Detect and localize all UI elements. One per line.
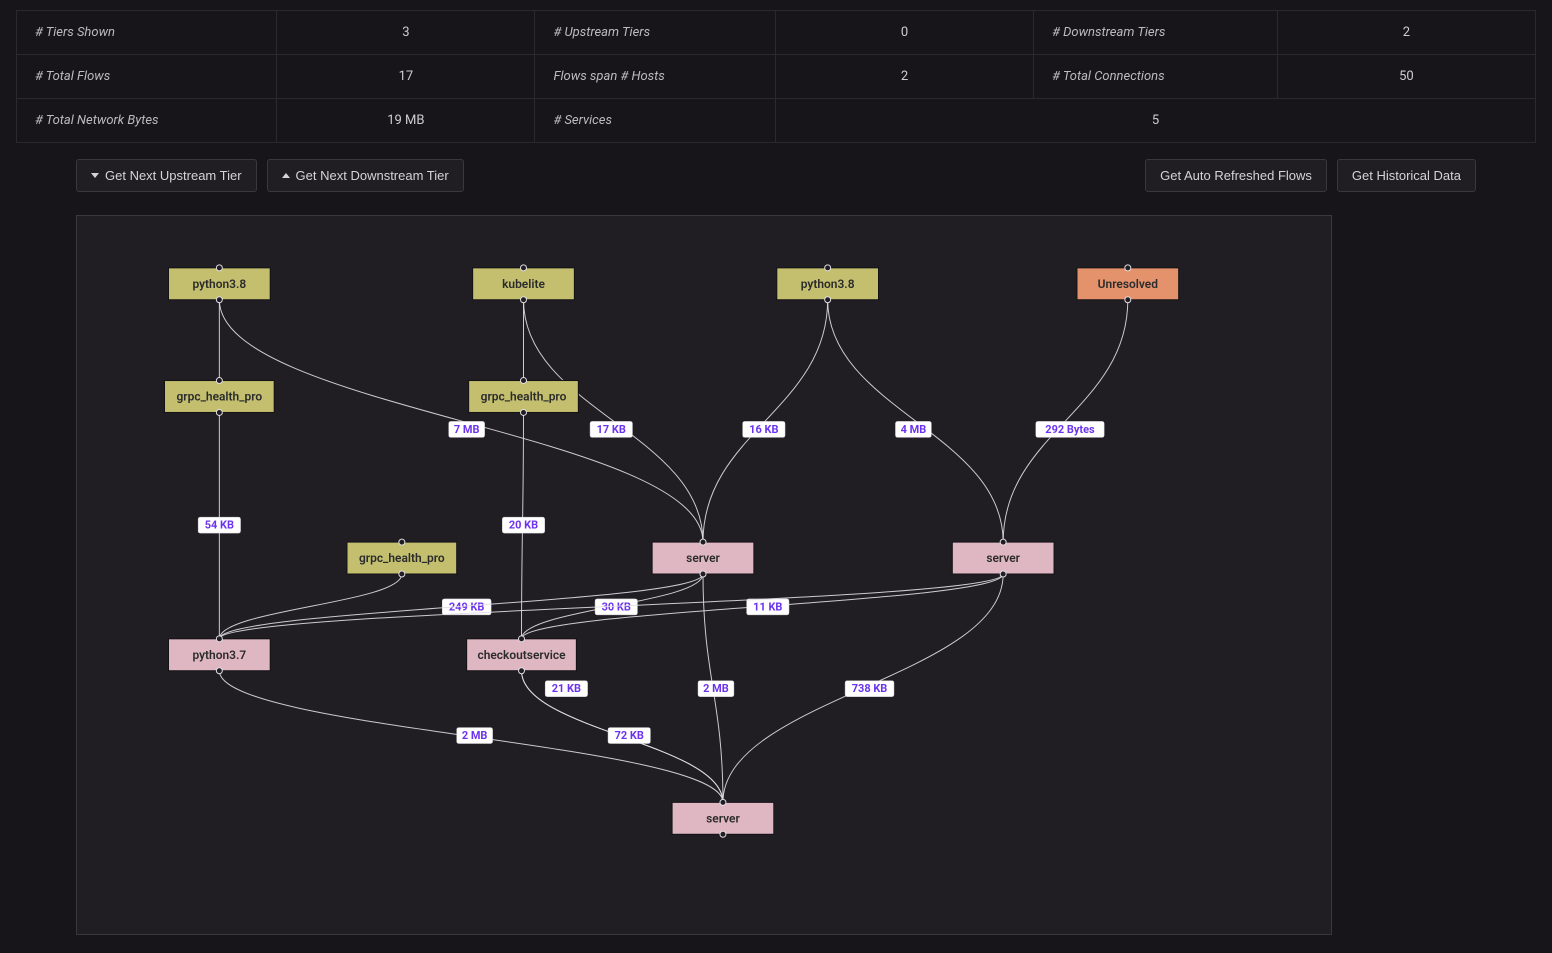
button-label: Get Auto Refreshed Flows <box>1160 168 1312 183</box>
edge-label-text: 20 KB <box>509 519 538 532</box>
edge-label-text: 72 KB <box>615 729 644 742</box>
graph-node-label: grpc_health_pro <box>177 390 263 404</box>
graph-node[interactable]: grpc_health_pro <box>347 539 457 577</box>
chevron-down-icon <box>91 173 99 178</box>
graph-node-label: server <box>986 551 1020 565</box>
get-auto-refreshed-button[interactable]: Get Auto Refreshed Flows <box>1145 159 1327 192</box>
graph-node-label: server <box>706 811 740 825</box>
graph-node[interactable]: grpc_health_pro <box>165 378 275 416</box>
graph-node-label: kubelite <box>502 277 545 291</box>
edge-label-text: 738 KB <box>852 682 888 695</box>
edge-label-text: 17 KB <box>597 423 626 436</box>
stat-label: # Downstream Tiers <box>1034 11 1278 55</box>
flow-graph[interactable]: 17 KB16 KB4 MB292 Bytes7 MB54 KB20 KB249… <box>76 215 1332 935</box>
edge-label-text: 2 MB <box>462 729 488 742</box>
toolbar: Get Next Upstream Tier Get Next Downstre… <box>0 143 1552 202</box>
stat-value: 0 <box>775 11 1033 55</box>
button-label: Get Historical Data <box>1352 168 1461 183</box>
get-next-upstream-button[interactable]: Get Next Upstream Tier <box>76 159 257 192</box>
stat-value: 2 <box>775 55 1033 99</box>
graph-node-label: Unresolved <box>1098 277 1159 291</box>
edge-label-text: 16 KB <box>749 423 778 436</box>
graph-node[interactable]: server <box>652 539 754 577</box>
stat-value: 19 MB <box>277 99 535 143</box>
edge-label-text: 11 KB <box>753 600 782 613</box>
stat-label: Flows span # Hosts <box>535 55 775 99</box>
stat-value: 50 <box>1277 55 1535 99</box>
stat-label: # Tiers Shown <box>17 11 277 55</box>
graph-node[interactable]: Unresolved <box>1077 265 1179 303</box>
graph-node-label: server <box>686 551 720 565</box>
button-label: Get Next Downstream Tier <box>296 168 449 183</box>
stat-value: 2 <box>1277 11 1535 55</box>
graph-node-label: checkoutservice <box>477 648 566 662</box>
stat-value: 3 <box>277 11 535 55</box>
edge-label-text: 54 KB <box>205 519 234 532</box>
graph-node[interactable]: kubelite <box>473 265 575 303</box>
chevron-up-icon <box>282 173 290 178</box>
stat-label: # Services <box>535 99 775 143</box>
graph-node[interactable]: server <box>952 539 1054 577</box>
graph-node-label: grpc_health_pro <box>481 390 567 404</box>
stat-label: # Total Connections <box>1034 55 1278 99</box>
button-label: Get Next Upstream Tier <box>105 168 242 183</box>
graph-node[interactable]: python3.7 <box>168 636 270 674</box>
stat-value: 17 <box>277 55 535 99</box>
graph-node-label: grpc_health_pro <box>359 551 445 565</box>
graph-node[interactable]: server <box>672 799 774 837</box>
edge-label-text: 292 Bytes <box>1045 423 1095 436</box>
stat-label: # Total Flows <box>17 55 277 99</box>
edge-label-text: 4 MB <box>901 423 927 436</box>
graph-node[interactable]: checkoutservice <box>467 636 577 674</box>
stat-label: # Upstream Tiers <box>535 11 775 55</box>
stat-value: 5 <box>775 99 1535 143</box>
edge-label-text: 2 MB <box>703 682 729 695</box>
graph-node[interactable]: grpc_health_pro <box>469 378 579 416</box>
graph-node-label: python3.8 <box>801 277 855 291</box>
graph-node[interactable]: python3.8 <box>777 265 879 303</box>
get-next-downstream-button[interactable]: Get Next Downstream Tier <box>267 159 464 192</box>
get-historical-button[interactable]: Get Historical Data <box>1337 159 1476 192</box>
edge-label-text: 21 KB <box>552 682 581 695</box>
stats-table: # Tiers Shown 3 # Upstream Tiers 0 # Dow… <box>16 10 1536 143</box>
stat-label: # Total Network Bytes <box>17 99 277 143</box>
graph-node-label: python3.7 <box>192 648 246 662</box>
edge-label-text: 7 MB <box>454 423 480 436</box>
graph-node[interactable]: python3.8 <box>168 265 270 303</box>
graph-node-label: python3.8 <box>192 277 246 291</box>
